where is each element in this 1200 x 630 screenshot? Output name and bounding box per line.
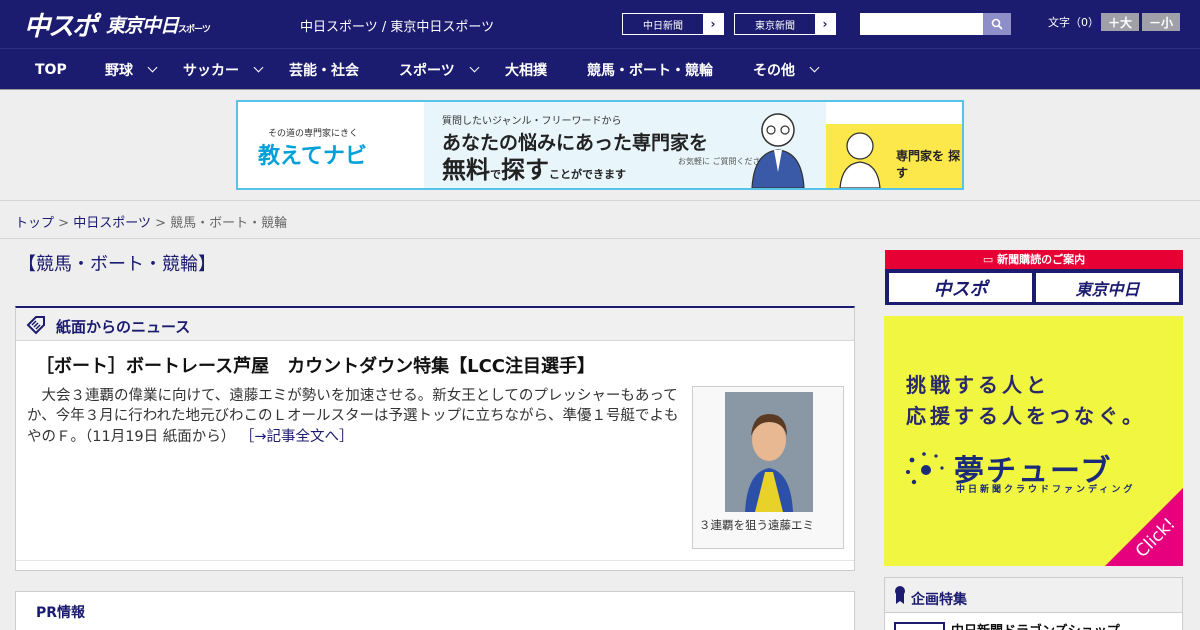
yume-tube-banner[interactable]: 挑戦する人と 応援する人をつなぐ。 夢チューブ 中日新聞クラウドファンディング … (884, 316, 1183, 566)
read-more-link[interactable]: ［→記事全文へ］ (240, 429, 354, 445)
nav-item-keiba[interactable]: 競馬・ボート・競輪 (587, 49, 713, 90)
article-title[interactable]: ［ボート］ボートレース芦屋 カウントダウン特集【LCC注目選手】 (36, 352, 595, 378)
oshiete-navi-banner[interactable]: その道の専門家にきく 教えてナビ 質問したいジャンル・フリーワードから あなたの… (236, 100, 964, 190)
logo-chuspo: 中スポ (24, 11, 98, 42)
subscription-header: ▭ 新聞購読のご案内 (885, 250, 1183, 269)
chevron-right-icon: › (703, 14, 723, 34)
search-input[interactable] (860, 13, 983, 35)
breadcrumb: トップ > 中日スポーツ > 競馬・ボート・競輪 (15, 216, 288, 231)
chunichi-shimbun-link[interactable]: 中日新聞 › (622, 13, 724, 35)
font-larger-button[interactable]: ＋大 (1101, 13, 1139, 31)
breadcrumb-bar: トップ > 中日スポーツ > 競馬・ボート・競輪 (0, 200, 1200, 239)
site-title[interactable]: 中日スポーツ / 東京中日スポーツ (300, 16, 494, 35)
nav-item-soccer[interactable]: サッカー (183, 49, 264, 90)
subscribe-tokyo-button[interactable]: 東京中日 (1036, 273, 1179, 302)
special-features-header: 企画特集 (885, 578, 1182, 613)
search-icon (991, 18, 1003, 30)
subscribe-chuspo-button[interactable]: 中スポ (889, 273, 1032, 302)
pr-section: PR情報 (15, 591, 855, 630)
logo-tokyo: 東京中日スポーツ (106, 14, 211, 37)
special-features-box: 企画特集 中日新聞ドラゴンズショップ (884, 577, 1183, 630)
search-button[interactable] (983, 13, 1011, 35)
main-nav: TOP 野球 サッカー 芸能・社会 スポーツ 大相撲 競馬・ボート・競輪 その他 (0, 48, 1200, 90)
oshiete-navi-logo: 教えてナビ (258, 144, 367, 169)
chevron-down-icon (147, 62, 158, 73)
racer-photo (725, 392, 813, 512)
chevron-down-icon (469, 62, 480, 73)
nav-item-top[interactable]: TOP (35, 49, 67, 90)
font-smaller-button[interactable]: －小 (1142, 13, 1180, 31)
chevron-down-icon (809, 62, 820, 73)
yume-tagline: 挑戦する人と 応援する人をつなぐ。 (906, 373, 1146, 428)
article-photo-box: ３連覇を狙う遠藤エミ (692, 386, 844, 549)
page-title: 【競馬・ボート・競輪】 (18, 254, 216, 275)
consultant-illustration-icon (751, 113, 805, 188)
nav-item-other[interactable]: その他 (753, 49, 820, 90)
news-section-header: 紙面からのニュース (16, 308, 854, 341)
banner-logo-area: その道の専門家にきく 教えてナビ (238, 102, 424, 188)
dots-logo-icon (906, 452, 944, 485)
news-section: 紙面からのニュース ［ボート］ボートレース芦屋 カウントダウン特集【LCC注目選… (15, 306, 855, 571)
chevron-right-icon: › (815, 14, 835, 34)
tokyo-shimbun-link[interactable]: 東京新聞 › (734, 13, 836, 35)
breadcrumb-section[interactable]: 中日スポーツ (73, 216, 151, 231)
dragons-shop-thumbnail[interactable] (894, 622, 945, 630)
article-photo[interactable] (725, 392, 813, 512)
breadcrumb-home[interactable]: トップ (15, 216, 54, 231)
newspaper-icon: ▭ (982, 253, 998, 266)
photo-caption: ３連覇を狙う遠藤エミ (699, 518, 814, 532)
nav-item-sumo[interactable]: 大相撲 (505, 49, 547, 90)
breadcrumb-current: 競馬・ボート・競輪 (170, 216, 288, 231)
nav-item-entertainment[interactable]: 芸能・社会 (289, 49, 359, 90)
nav-item-baseball[interactable]: 野球 (105, 49, 158, 90)
nav-item-sports[interactable]: スポーツ (399, 49, 480, 90)
ad-area: その道の専門家にきく 教えてナビ 質問したいジャンル・フリーワードから あなたの… (0, 90, 1200, 200)
ribbon-icon (895, 586, 905, 604)
chevron-down-icon (253, 62, 264, 73)
subscription-box: ▭ 新聞購読のご案内 中スポ 東京中日 (885, 250, 1183, 305)
pr-label: PR情報 (36, 605, 86, 621)
find-expert-cta[interactable]: 専門家を 探す (826, 124, 962, 188)
header-bar: 中スポ 東京中日スポーツ 中日スポーツ / 東京中日スポーツ 中日新聞 › 東京… (0, 0, 1200, 48)
news-divider (16, 560, 854, 561)
article-summary: 大会３連覇の偉業に向けて、遠藤エミが勢いを加速させる。新女王としてのプレッシャー… (27, 388, 679, 445)
tag-icon (26, 316, 45, 335)
dragons-shop-link[interactable]: 中日新聞ドラゴンズショップ (951, 620, 1120, 630)
font-size-label: 文字（0） (1048, 16, 1099, 29)
site-logo[interactable]: 中スポ 東京中日スポーツ (24, 8, 211, 42)
thinking-person-icon (839, 132, 881, 188)
